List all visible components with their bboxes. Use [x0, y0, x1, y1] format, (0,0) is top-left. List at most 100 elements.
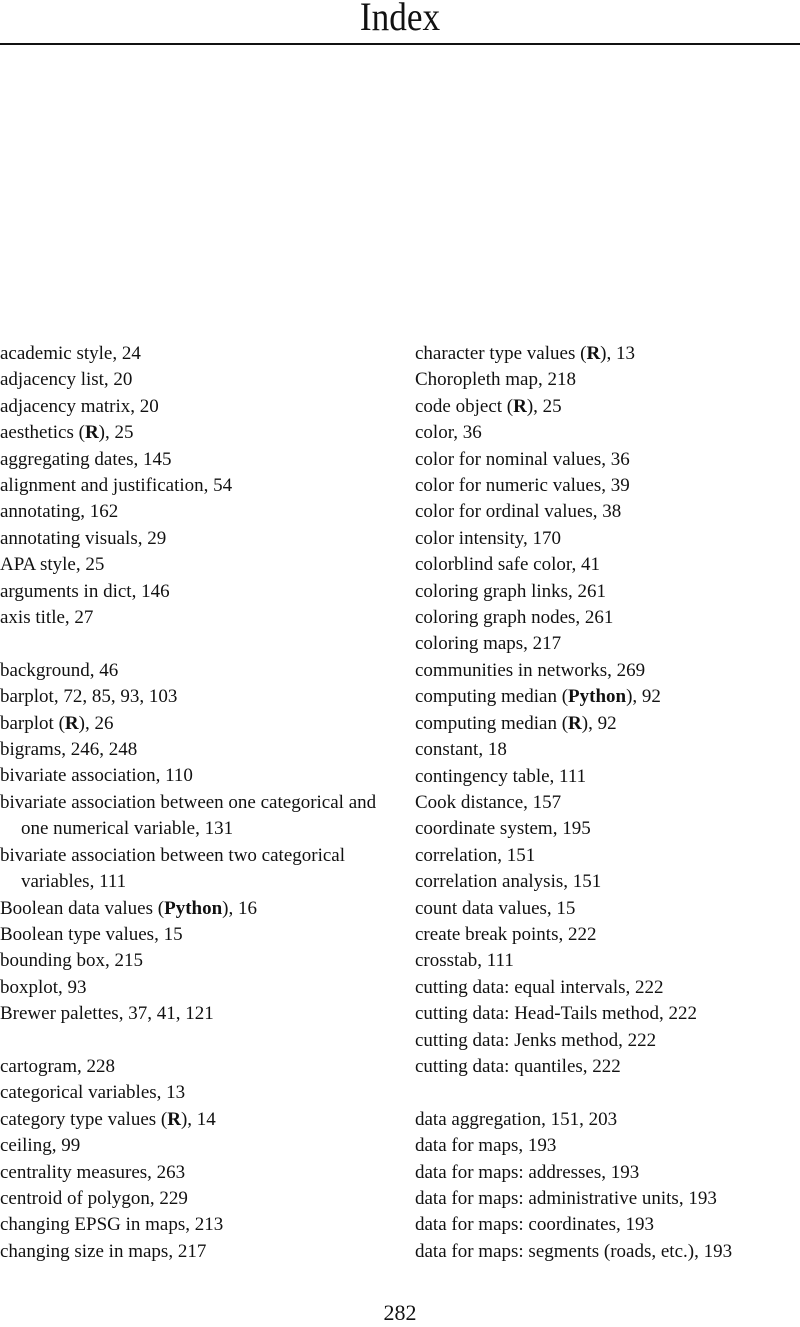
- index-entry: barplot (R), 26: [0, 711, 395, 737]
- index-entry-term: academic style, 24: [0, 343, 141, 364]
- index-entry-term: adjacency matrix, 20: [0, 395, 159, 417]
- index-entry: ceiling, 99: [0, 1133, 395, 1159]
- index-entry: data for maps: addresses, 193: [415, 1160, 800, 1186]
- index-entry-term: coloring maps, 217: [415, 633, 562, 655]
- index-entry-term: aesthetics (: [0, 422, 85, 444]
- index-entry-pages: ), 25: [98, 422, 134, 444]
- index-entry-term: axis title, 27: [0, 607, 94, 629]
- index-entry-term: ceiling, 99: [0, 1135, 81, 1157]
- index-entry: Choropleth map, 218: [415, 367, 800, 393]
- index-entry: Boolean data values (Python), 16: [0, 896, 395, 922]
- index-entry-term: color intensity, 170: [415, 527, 561, 549]
- index-entry: APA style, 25: [0, 552, 395, 578]
- index-entry: bivariate association, 110: [0, 763, 395, 789]
- index-entry-term: data for maps: addresses, 193: [415, 1161, 640, 1183]
- index-entry: colorblind safe color, 41: [415, 552, 800, 578]
- index-entry-language-tag: R: [568, 712, 582, 734]
- index-entry: annotating, 162: [0, 499, 395, 525]
- index-entry: cutting data: equal intervals, 222: [415, 975, 800, 1001]
- index-entry: coloring graph nodes, 261: [415, 605, 800, 631]
- index-entry: Brewer palettes, 37, 41, 121: [0, 1001, 395, 1027]
- index-entry-term: data for maps: segments (roads, etc.), 1…: [415, 1240, 733, 1262]
- index-entry-term: Cook distance, 157: [415, 791, 562, 813]
- index-entry-term: crosstab, 111: [415, 950, 514, 972]
- letter-group-gap: [0, 631, 395, 657]
- index-entry-term: computing median (: [415, 712, 569, 734]
- index-entry-pages: ), 16: [222, 897, 257, 919]
- index-entry-pages: ), 13: [600, 343, 635, 364]
- index-entry: background, 46: [0, 658, 395, 684]
- index-entry-term: barplot, 72, 85, 93, 103: [0, 686, 178, 708]
- index-entry: data for maps: coordinates, 193: [415, 1212, 800, 1238]
- index-entry-term: APA style, 25: [0, 554, 105, 576]
- index-entry-language-tag: R: [513, 395, 527, 417]
- index-entry-term: Brewer palettes, 37, 41, 121: [0, 1003, 214, 1025]
- index-entry: axis title, 27: [0, 605, 395, 631]
- index-entry: color for nominal values, 36: [415, 447, 800, 473]
- index-entry-term: data for maps: coordinates, 193: [415, 1214, 655, 1236]
- index-entry: categorical variables, 13: [0, 1080, 395, 1106]
- index-entry: count data values, 15: [415, 896, 800, 922]
- index-entry-term: bounding box, 215: [0, 950, 144, 972]
- index-entry-term: correlation analysis, 151: [415, 871, 602, 893]
- index-entry-term: Boolean data values (: [0, 897, 165, 919]
- index-entry: correlation analysis, 151: [415, 869, 800, 895]
- index-entry-term: bivariate association between one catego…: [0, 791, 377, 840]
- index-entry: boxplot, 93: [0, 975, 395, 1001]
- index-entry-pages: ), 14: [180, 1108, 216, 1130]
- index-entry-term: data for maps: administrative units, 193: [415, 1187, 717, 1209]
- index-entry-language-tag: R: [586, 343, 601, 364]
- index-entry: create break points, 222: [415, 922, 800, 948]
- index-entry: character type values (R), 13: [415, 341, 800, 367]
- index-entry: computing median (Python), 92: [415, 684, 800, 710]
- index-entry: cutting data: Head-Tails method, 222: [415, 1001, 800, 1027]
- index-entry-term: category type values (: [0, 1108, 168, 1130]
- index-entry-language-tag: R: [167, 1108, 181, 1130]
- index-entry-term: annotating visuals, 29: [0, 527, 167, 549]
- index-entry-term: cutting data: quantiles, 222: [415, 1055, 621, 1077]
- index-entry: data for maps: segments (roads, etc.), 1…: [415, 1239, 800, 1265]
- index-column-right: character type values (R), 13 Choropleth …: [415, 341, 800, 1265]
- index-entry-term: bivariate association, 110: [0, 765, 193, 787]
- index-entry: adjacency matrix, 20: [0, 394, 395, 420]
- index-entry-pages: ), 92: [581, 712, 617, 734]
- index-entry: cutting data: Jenks method, 222: [415, 1028, 800, 1054]
- index-entry-term: colorblind safe color, 41: [415, 554, 600, 576]
- index-entry: color, 36: [415, 420, 800, 446]
- index-entry: Cook distance, 157: [415, 790, 800, 816]
- index-entry-language-tag: Python: [568, 686, 627, 708]
- index-entry-term: background, 46: [0, 659, 119, 681]
- index-entry-term: changing EPSG in maps, 213: [0, 1214, 224, 1236]
- index-entry-term: boxplot, 93: [0, 976, 87, 998]
- index-entry: color for numeric values, 39: [415, 473, 800, 499]
- index-entry: color for ordinal values, 38: [415, 499, 800, 525]
- index-entry: bivariate association between one catego…: [0, 790, 395, 843]
- index-entry: coordinate system, 195: [415, 816, 800, 842]
- index-entry: crosstab, 111: [415, 948, 800, 974]
- index-entry: data aggregation, 151, 203: [415, 1107, 800, 1133]
- index-entry: centrality measures, 263: [0, 1160, 395, 1186]
- index-entry: data for maps, 193: [415, 1133, 800, 1159]
- index-entry-term: arguments in dict, 146: [0, 580, 170, 602]
- index-entry-term: bivariate association between two catego…: [0, 844, 346, 893]
- index-entry-term: count data values, 15: [415, 897, 576, 919]
- index-entry-term: aggregating dates, 145: [0, 448, 172, 470]
- index-entry-pages: ), 92: [626, 686, 661, 708]
- index-entry: computing median (R), 92: [415, 711, 800, 737]
- index-entry: constant, 18: [415, 737, 800, 763]
- index-entry-term: create break points, 222: [415, 923, 597, 945]
- index-entry: code object (R), 25: [415, 394, 800, 420]
- page-title: Index: [359, 0, 441, 39]
- index-entry-term: color for nominal values, 36: [415, 448, 630, 470]
- index-entry-term: data for maps, 193: [415, 1135, 557, 1157]
- index-entry-term: data aggregation, 151, 203: [415, 1108, 618, 1130]
- index-entry-term: color for ordinal values, 38: [415, 501, 622, 523]
- title-divider: [0, 43, 800, 45]
- index-entry-term: alignment and justification, 54: [0, 475, 233, 497]
- index-entry: bounding box, 215: [0, 948, 395, 974]
- index-entry: adjacency list, 20: [0, 367, 395, 393]
- index-entry: barplot, 72, 85, 93, 103: [0, 684, 395, 710]
- index-entry-language-tag: R: [84, 422, 99, 444]
- index-entry: cartogram, 228: [0, 1054, 395, 1080]
- index-entry-term: coloring graph nodes, 261: [415, 607, 614, 629]
